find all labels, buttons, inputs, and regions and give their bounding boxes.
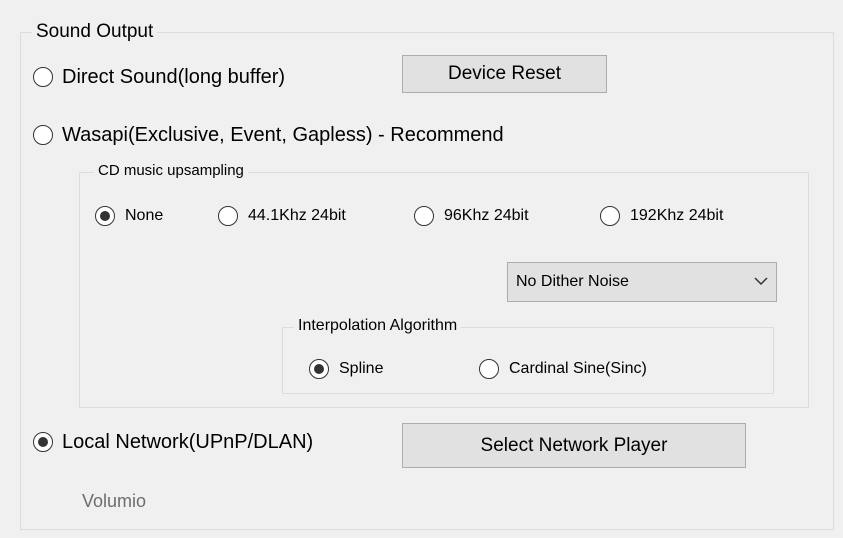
- radio-unchecked-icon: [33, 125, 53, 145]
- direct-sound-radio[interactable]: Direct Sound(long buffer): [33, 65, 285, 89]
- device-reset-button[interactable]: Device Reset: [402, 55, 607, 93]
- wasapi-label: Wasapi(Exclusive, Event, Gapless) - Reco…: [62, 123, 504, 146]
- local-network-label: Local Network(UPnP/DLAN): [62, 430, 314, 453]
- chevron-down-icon: [754, 273, 768, 291]
- interpolation-label-spline: Spline: [339, 360, 384, 377]
- radio-unchecked-icon: [33, 67, 53, 87]
- network-player-name: Volumio: [82, 491, 147, 511]
- interpolation-legend: Interpolation Algorithm: [294, 318, 462, 334]
- upsampling-label-192khz: 192Khz 24bit: [630, 207, 724, 224]
- cd-upsampling-legend: CD music upsampling: [94, 163, 248, 178]
- upsampling-option-44-1khz[interactable]: 44.1Khz 24bit: [218, 205, 346, 227]
- direct-sound-label: Direct Sound(long buffer): [62, 65, 286, 88]
- radio-unchecked-icon: [600, 206, 620, 226]
- interpolation-option-sinc[interactable]: Cardinal Sine(Sinc): [479, 358, 647, 380]
- radio-checked-icon: [95, 206, 115, 226]
- sound-output-legend: Sound Output: [32, 22, 158, 41]
- dither-noise-value: No Dither Noise: [516, 273, 629, 290]
- upsampling-label-96khz: 96Khz 24bit: [444, 207, 529, 224]
- interpolation-option-spline[interactable]: Spline: [309, 358, 383, 380]
- radio-checked-icon: [309, 359, 329, 379]
- upsampling-option-none[interactable]: None: [95, 205, 163, 227]
- local-network-radio[interactable]: Local Network(UPnP/DLAN): [33, 429, 313, 455]
- upsampling-label-none: None: [125, 207, 164, 224]
- radio-checked-icon: [33, 432, 53, 452]
- wasapi-radio[interactable]: Wasapi(Exclusive, Event, Gapless) - Reco…: [33, 122, 504, 148]
- interpolation-label-sinc: Cardinal Sine(Sinc): [509, 360, 647, 377]
- radio-unchecked-icon: [479, 359, 499, 379]
- radio-unchecked-icon: [218, 206, 238, 226]
- upsampling-option-96khz[interactable]: 96Khz 24bit: [414, 205, 529, 227]
- radio-unchecked-icon: [414, 206, 434, 226]
- dither-noise-select[interactable]: No Dither Noise: [507, 262, 777, 302]
- select-network-player-button[interactable]: Select Network Player: [402, 423, 746, 468]
- upsampling-label-44-1khz: 44.1Khz 24bit: [248, 207, 346, 224]
- upsampling-option-192khz[interactable]: 192Khz 24bit: [600, 205, 723, 227]
